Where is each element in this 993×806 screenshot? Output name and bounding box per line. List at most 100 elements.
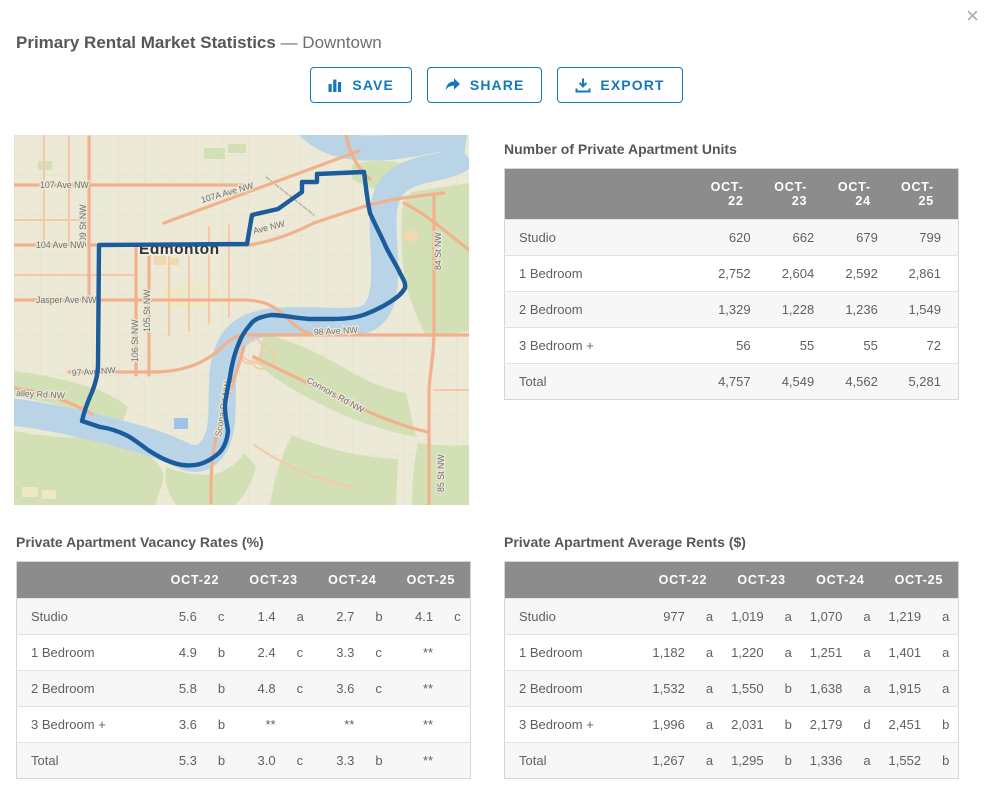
cell-reliability-code: b — [772, 743, 801, 779]
cell-reliability-code: c — [441, 599, 470, 635]
vacancy-section: Private Apartment Vacancy Rates (%) OCT-… — [16, 534, 471, 779]
cell-value: 2,604 — [768, 256, 832, 292]
table-row: 3 Bedroom +3.6b****** — [17, 707, 471, 743]
table-row: 2 Bedroom1,532a1,550b1,638a1,915a — [505, 671, 959, 707]
cell-value: 1,251 — [801, 635, 850, 671]
cell-value: 977 — [644, 599, 693, 635]
street-label: 85 St NW — [436, 454, 446, 492]
cell-value: 5,281 — [895, 364, 959, 400]
row-label: Studio — [17, 599, 156, 635]
cell-value: 2,451 — [880, 707, 929, 743]
cell-value: 3.0 — [234, 743, 283, 779]
units-header-row: OCT-22OCT-23OCT-24OCT-25 — [505, 169, 959, 220]
vacancy-header-row: OCT-22OCT-23OCT-24OCT-25 — [17, 562, 471, 599]
cell-value: 679 — [831, 220, 895, 256]
row-label: 3 Bedroom + — [505, 707, 644, 743]
cell-reliability-code: b — [362, 743, 391, 779]
cell-value: ** — [392, 671, 441, 707]
units-table: OCT-22OCT-23OCT-24OCT-25 Studio620662679… — [504, 168, 959, 400]
cell-reliability-code: a — [693, 671, 722, 707]
row-label: 1 Bedroom — [505, 635, 644, 671]
download-icon — [575, 78, 591, 93]
column-header: OCT-25 — [895, 169, 959, 220]
cell-value: 662 — [768, 220, 832, 256]
cell-value: 1.4 — [234, 599, 283, 635]
cell-reliability-code: b — [929, 743, 958, 779]
cell-reliability-code: a — [929, 635, 958, 671]
column-header: OCT-22 — [644, 562, 723, 599]
cell-reliability-code: c — [362, 671, 391, 707]
table-row: Studio977a1,019a1,070a1,219a — [505, 599, 959, 635]
cell-value: 1,182 — [644, 635, 693, 671]
save-button[interactable]: SAVE — [310, 67, 412, 103]
cell-reliability-code: a — [693, 635, 722, 671]
cell-reliability-code: a — [929, 671, 958, 707]
row-label: 1 Bedroom — [505, 256, 705, 292]
cell-value: 3.3 — [313, 635, 362, 671]
row-label: Studio — [505, 599, 644, 635]
table-row: 1 Bedroom4.9b2.4c3.3c** — [17, 635, 471, 671]
row-label: Total — [505, 364, 705, 400]
cell-reliability-code: b — [205, 743, 234, 779]
page-title-area: — Downtown — [281, 33, 382, 52]
cell-reliability-code: b — [205, 671, 234, 707]
cell-reliability-code: a — [850, 635, 879, 671]
cell-reliability-code: a — [772, 635, 801, 671]
cell-value: 1,532 — [644, 671, 693, 707]
street-label: Jasper Ave NW — [36, 295, 97, 305]
row-label: 2 Bedroom — [505, 292, 705, 328]
cell-reliability-code: c — [205, 599, 234, 635]
toolbar: SAVE SHARE EXPORT — [0, 67, 993, 103]
map[interactable]: 107 Ave NW 109 St NW 107A Ave NW 104 Ave… — [14, 135, 469, 505]
cell-value: 2,752 — [704, 256, 768, 292]
cell-reliability-code: b — [772, 707, 801, 743]
cell-reliability-code — [441, 671, 470, 707]
cell-value: 1,236 — [831, 292, 895, 328]
street-label: 107 Ave NW — [40, 180, 89, 190]
cell-value: 2,861 — [895, 256, 959, 292]
units-table-title: Number of Private Apartment Units — [504, 141, 959, 157]
cell-value: 4,757 — [704, 364, 768, 400]
cell-value: 1,550 — [722, 671, 771, 707]
cell-value: ** — [234, 707, 283, 743]
page-title: Primary Rental Market Statistics — Downt… — [16, 33, 382, 53]
column-header: OCT-25 — [880, 562, 959, 599]
cell-value: 1,295 — [722, 743, 771, 779]
cell-value: 1,552 — [880, 743, 929, 779]
cell-value: 1,329 — [704, 292, 768, 328]
cell-reliability-code: b — [205, 635, 234, 671]
cell-value: 3.6 — [313, 671, 362, 707]
share-button[interactable]: SHARE — [427, 67, 543, 103]
cell-value: 1,219 — [880, 599, 929, 635]
table-row: Studio5.6c1.4a2.7b4.1c — [17, 599, 471, 635]
cell-reliability-code: c — [284, 635, 313, 671]
table-row: Studio620662679799 — [505, 220, 959, 256]
cell-value: 1,915 — [880, 671, 929, 707]
street-label: 104 Ave NW — [36, 240, 85, 250]
cell-value: 5.3 — [156, 743, 205, 779]
cell-value: 5.8 — [156, 671, 205, 707]
cell-reliability-code: a — [929, 599, 958, 635]
cell-value: 4,549 — [768, 364, 832, 400]
cell-value: 4.8 — [234, 671, 283, 707]
cell-reliability-code: a — [850, 671, 879, 707]
cell-reliability-code: b — [362, 599, 391, 635]
save-button-label: SAVE — [352, 77, 394, 93]
cell-value: 4.1 — [392, 599, 441, 635]
rents-table: OCT-22OCT-23OCT-24OCT-25 Studio977a1,019… — [504, 561, 959, 779]
cell-value: ** — [392, 743, 441, 779]
export-button[interactable]: EXPORT — [557, 67, 682, 103]
cell-reliability-code: c — [284, 743, 313, 779]
row-label: Total — [17, 743, 156, 779]
vacancy-table: OCT-22OCT-23OCT-24OCT-25 Studio5.6c1.4a2… — [16, 561, 471, 779]
close-icon[interactable]: × — [966, 2, 979, 30]
table-row: 1 Bedroom2,7522,6042,5922,861 — [505, 256, 959, 292]
cell-value: 4,562 — [831, 364, 895, 400]
row-label: 3 Bedroom + — [17, 707, 156, 743]
cell-value: 3.6 — [156, 707, 205, 743]
cell-value: 1,070 — [801, 599, 850, 635]
row-label: 2 Bedroom — [505, 671, 644, 707]
cell-reliability-code: a — [850, 743, 879, 779]
cell-value: 1,401 — [880, 635, 929, 671]
street-label: 84 St NW — [433, 232, 443, 270]
